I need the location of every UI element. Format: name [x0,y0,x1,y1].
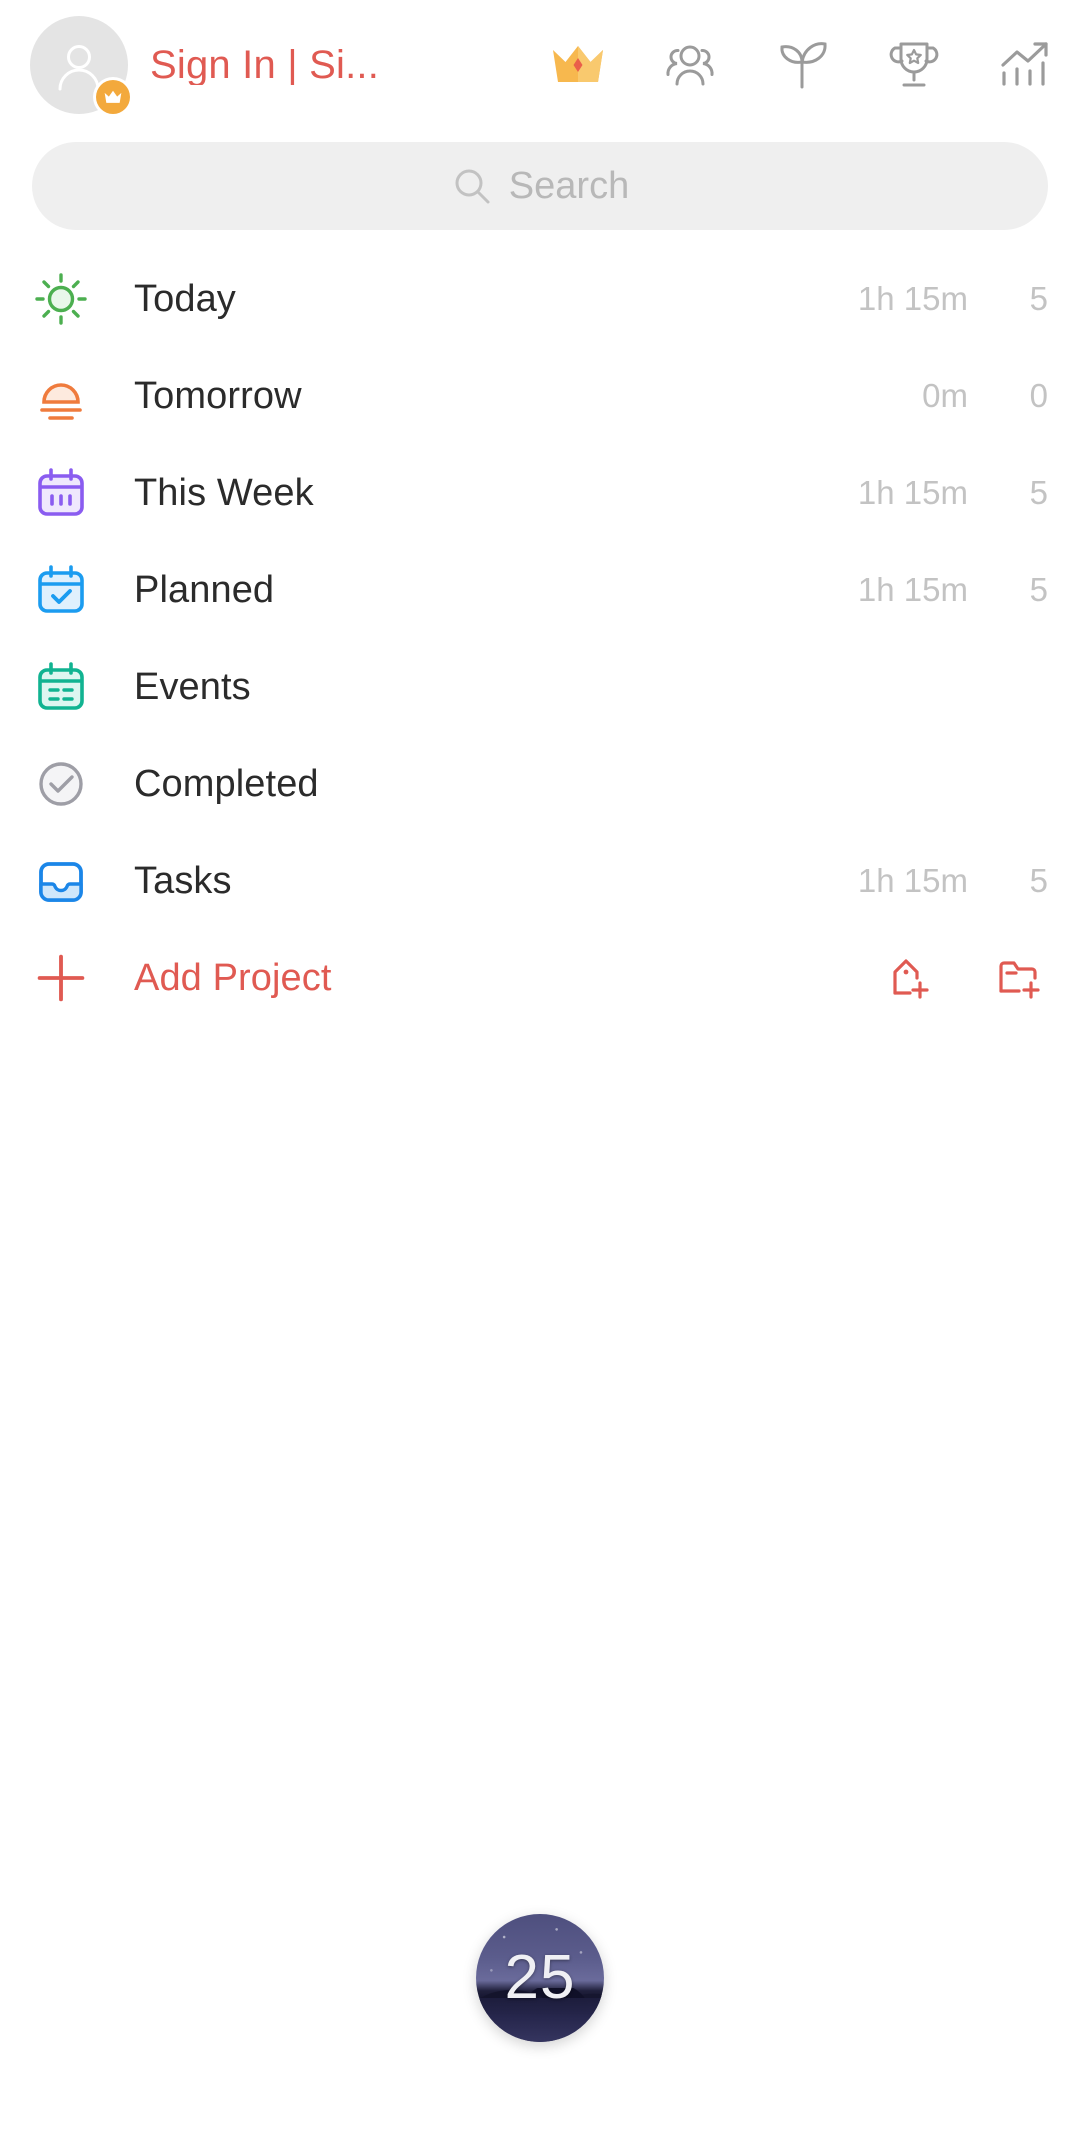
list-item-label: Today [134,277,236,320]
sun-icon [30,268,92,330]
calendar-events-icon [30,656,92,718]
search-placeholder: Search [508,165,630,207]
add-folder-icon[interactable] [994,953,1044,1003]
search-icon [451,165,493,207]
crown-badge-icon [96,80,130,114]
calendar-check-icon [30,559,92,621]
list-item-duration: 1h 15m [857,862,968,899]
list-item-label: Events [134,665,251,708]
list-item-label: Tasks [134,859,232,902]
plus-icon [30,947,92,1009]
list-item-duration: 1h 15m [857,280,968,317]
list-item-today[interactable]: Today 1h 15m 5 [30,250,1048,347]
list-item-events[interactable]: Events [30,638,1048,735]
header-icon-group [550,37,1054,93]
list-item-planned[interactable]: Planned 1h 15m 5 [30,541,1048,638]
search-input[interactable]: Search [32,142,1048,230]
list-item-count: 5 [1029,474,1048,511]
people-icon[interactable] [662,37,718,93]
list-item-duration: 1h 15m [857,571,968,608]
list-item-count: 5 [1029,571,1048,608]
app-screen: Sign In | Si... Search Today 1h 15m 5 To… [0,0,1080,2130]
list-item-duration: 1h 15m [857,474,968,511]
list-item-tomorrow[interactable]: Tomorrow 0m 0 [30,347,1048,444]
pomodoro-timer-fab[interactable]: 25 [476,1914,604,2042]
list-item-count: 5 [1029,862,1048,899]
add-project-label: Add Project [134,956,332,999]
add-tag-icon[interactable] [884,953,934,1003]
statistics-icon[interactable] [998,37,1054,93]
check-circle-icon [30,753,92,815]
list-item-count: 0 [1029,377,1048,414]
list-item-label: Planned [134,568,275,611]
add-project-actions [884,953,1044,1003]
list-item-this-week[interactable]: This Week 1h 15m 5 [30,444,1048,541]
top-header: Sign In | Si... [0,0,1080,130]
list-item-tasks[interactable]: Tasks 1h 15m 5 [30,832,1048,929]
sprout-icon[interactable] [774,37,830,93]
sunrise-icon [30,365,92,427]
list-item-label: Tomorrow [134,374,302,417]
sign-in-link[interactable]: Sign In | Si... [150,45,379,85]
list-item-completed[interactable]: Completed [30,735,1048,832]
calendar-week-icon [30,462,92,524]
add-project-row[interactable]: Add Project [30,929,1048,1026]
trophy-icon[interactable] [886,37,942,93]
smart-list: Today 1h 15m 5 Tomorrow 0m 0 This Week 1… [0,250,1080,1026]
inbox-icon [30,850,92,912]
fab-number: 25 [504,1943,576,2012]
crown-icon[interactable] [550,37,606,93]
list-item-duration: 0m [922,377,968,414]
list-item-count: 5 [1029,280,1048,317]
list-item-label: Completed [134,762,319,805]
avatar[interactable] [30,16,130,114]
list-item-label: This Week [134,471,314,514]
